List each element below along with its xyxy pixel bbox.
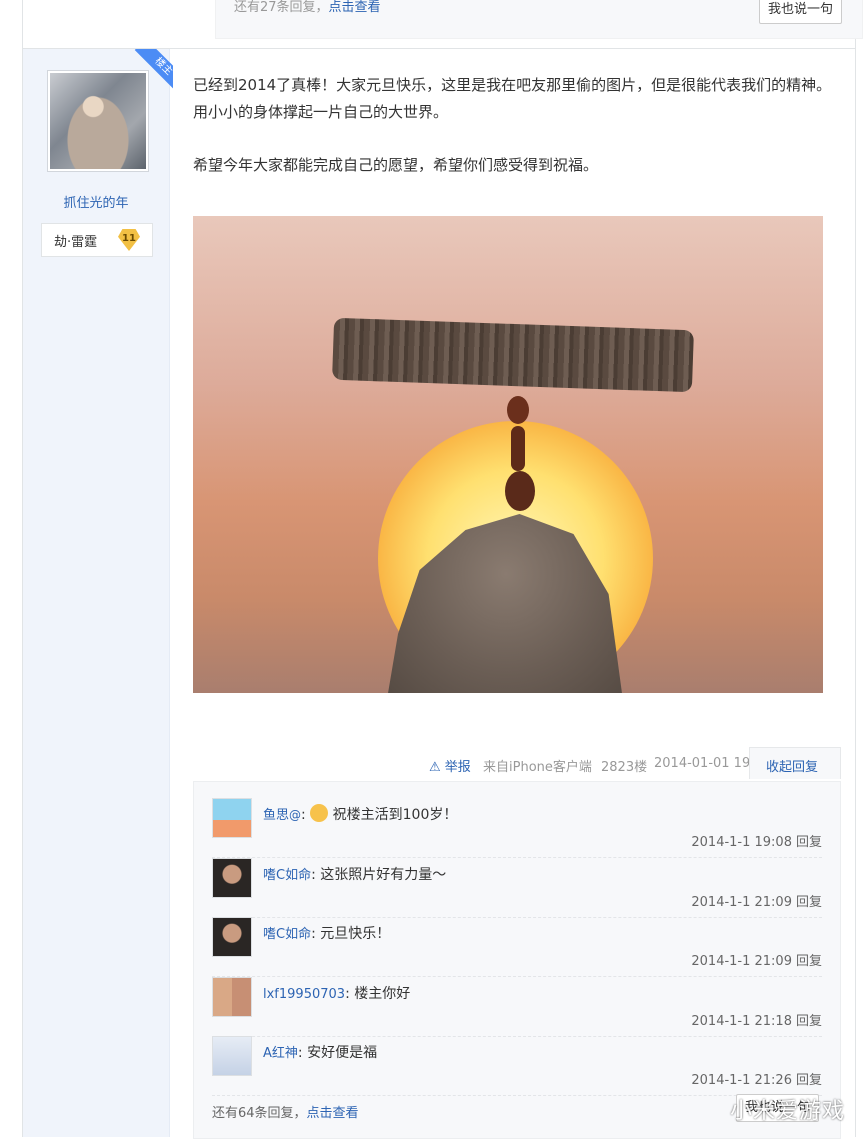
reply-button[interactable]: 回复	[796, 835, 822, 850]
ant-body-shape	[505, 471, 535, 511]
avatar[interactable]	[212, 798, 252, 838]
view-more-replies-link[interactable]: 点击查看	[329, 0, 381, 15]
author-sidebar: 抓住光的年 劫·雷霆 11	[23, 49, 170, 1137]
reply-text: 元旦快乐！	[320, 926, 391, 942]
reply-list: 鱼思@: 祝楼主活到100岁！ 2014-1-1 19:08 回复 嗜C如命: 这…	[193, 781, 841, 1139]
reply-text: 祝楼主活到100岁！	[332, 807, 458, 823]
log-shape	[332, 317, 694, 393]
post-source: 来自iPhone客户端	[483, 760, 592, 775]
reply-text: 安好便是福	[307, 1045, 378, 1061]
add-comment-button[interactable]: 我也说一句	[759, 0, 843, 24]
level-badge-icon: 11	[118, 229, 140, 251]
reply-author-link[interactable]: 嗜C如命	[263, 927, 311, 942]
collapse-replies-label: 收起回复	[766, 760, 819, 775]
reply-time: 2014-1-1 21:09	[691, 895, 792, 910]
reply-author-link[interactable]: 嗜C如命	[263, 868, 311, 883]
reply-text: 这张照片好有力量～	[320, 867, 447, 883]
reply-author-link[interactable]: lxf19950703	[263, 987, 345, 1002]
reply-time: 2014-1-1 19:08	[691, 835, 792, 850]
avatar[interactable]	[212, 1036, 252, 1076]
badge-title: 劫·雷霆	[54, 235, 98, 250]
ant-thorax-shape	[511, 426, 525, 471]
avatar[interactable]	[212, 917, 252, 957]
reply-time: 2014-1-1 21:09	[691, 954, 792, 969]
avatar[interactable]	[212, 858, 252, 898]
reply-button[interactable]: 回复	[796, 1073, 822, 1088]
post-content: 已经到2014了真棒！大家元旦快乐，这里是我在吧友那里偷的图片，但是很能代表我们…	[193, 72, 833, 179]
warning-icon: ⚠	[429, 760, 441, 775]
reply-button[interactable]: 回复	[796, 895, 822, 910]
reply-time: 2014-1-1 21:18	[691, 1014, 792, 1029]
ant-head-shape	[507, 396, 529, 424]
watermark: 小米爱游戏	[730, 1099, 846, 1124]
reply-item: A红神: 安好便是福 2014-1-1 21:26 回复	[212, 1036, 822, 1096]
previous-post-replies-footer: 还有27条回复，点击查看 我也说一句	[215, 0, 863, 39]
reply-author-link[interactable]: 鱼思	[263, 808, 289, 823]
replies-footer: 还有64条回复，点击查看	[212, 1102, 359, 1121]
member-badge[interactable]: 劫·雷霆 11	[41, 223, 153, 257]
reply-item: 嗜C如命: 元旦快乐！ 2014-1-1 21:09 回复	[212, 917, 822, 977]
collapse-replies-tab[interactable]: 收起回复	[749, 747, 841, 779]
reply-time: 2014-1-1 21:26	[691, 1073, 792, 1088]
view-more-replies-link[interactable]: 点击查看	[307, 1106, 359, 1121]
post-image[interactable]	[193, 216, 823, 693]
floor-number: 2823楼	[601, 760, 648, 775]
report-link[interactable]: ⚠ 举报	[429, 756, 471, 775]
thread-starter-corner-tag: 楼主	[129, 49, 173, 93]
reply-item: 鱼思@: 祝楼主活到100岁！ 2014-1-1 19:08 回复	[212, 798, 822, 858]
reply-author-link[interactable]: A红神	[263, 1046, 298, 1061]
post-meta-bar: ⚠ 举报 来自iPhone客户端 2823楼 2014-01-01 19:02 …	[193, 747, 841, 779]
author-name-link[interactable]: 抓住光的年	[23, 192, 169, 211]
more-replies-text: 还有27条回复，	[234, 0, 329, 15]
reply-text: 楼主你好	[354, 986, 411, 1002]
reply-item: 嗜C如命: 这张照片好有力量～ 2014-1-1 21:09 回复	[212, 858, 822, 918]
reply-item: lxf19950703: 楼主你好 2014-1-1 21:18 回复	[212, 977, 822, 1037]
more-replies-text: 还有64条回复，	[212, 1106, 307, 1121]
post-paragraph: 已经到2014了真棒！大家元旦快乐，这里是我在吧友那里偷的图片，但是很能代表我们…	[193, 76, 832, 121]
reply-button[interactable]: 回复	[796, 954, 822, 969]
smiley-emoji-icon	[310, 804, 329, 822]
swirl-icon: @	[289, 808, 302, 822]
thread-starter-label: 楼主	[134, 49, 173, 93]
reply-button[interactable]: 回复	[796, 1014, 822, 1029]
avatar[interactable]	[212, 977, 252, 1017]
post-paragraph: 希望今年大家都能完成自己的愿望，希望你们感受得到祝福。	[193, 156, 599, 174]
thread-page: 还有27条回复，点击查看 我也说一句 抓住光的年 劫·雷霆 11 楼主 已经到2…	[22, 0, 863, 1139]
